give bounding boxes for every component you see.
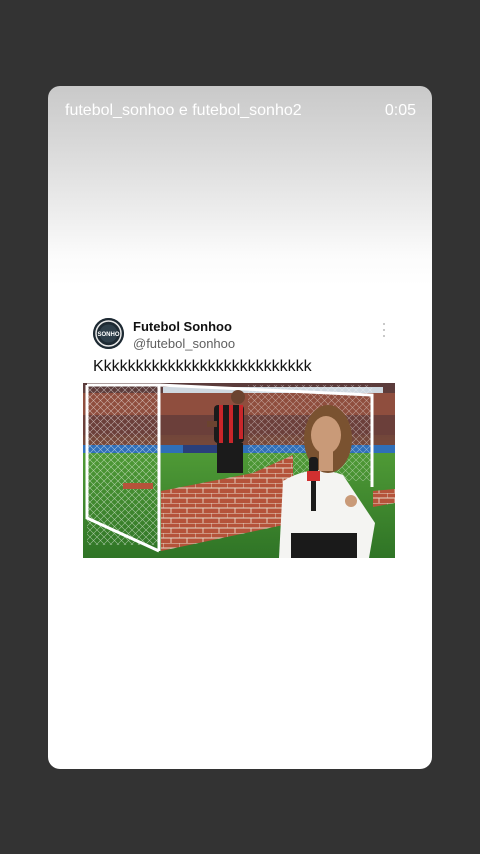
tweet-card[interactable]: SONHO Futebol Sonhoo @futebol_sonhoo Kkk… [83,316,398,558]
avatar[interactable]: SONHO [93,318,124,349]
tweet-header: SONHO Futebol Sonhoo @futebol_sonhoo [92,316,398,352]
display-name[interactable]: Futebol Sonhoo [133,318,235,335]
video-frame-illustration [83,383,395,558]
story-title[interactable]: futebol_sonhoo e futebol_sonho2 [65,102,302,120]
avatar-logo-text: SONHO [97,332,119,338]
story-timestamp: 0:05 [384,102,416,119]
handle[interactable]: @futebol_sonhoo [133,335,235,352]
tweet-author[interactable]: Futebol Sonhoo @futebol_sonhoo [133,318,235,352]
story-header: futebol_sonhoo e futebol_sonho2 0:05 [65,100,416,122]
tweet-text: Kkkkkkkkkkkkkkkkkkkkkkkkkkk [93,358,312,375]
more-vertical-icon[interactable] [382,323,386,337]
story-card[interactable]: futebol_sonhoo e futebol_sonho2 0:05 SON… [48,86,432,769]
tweet-media[interactable] [83,383,395,558]
